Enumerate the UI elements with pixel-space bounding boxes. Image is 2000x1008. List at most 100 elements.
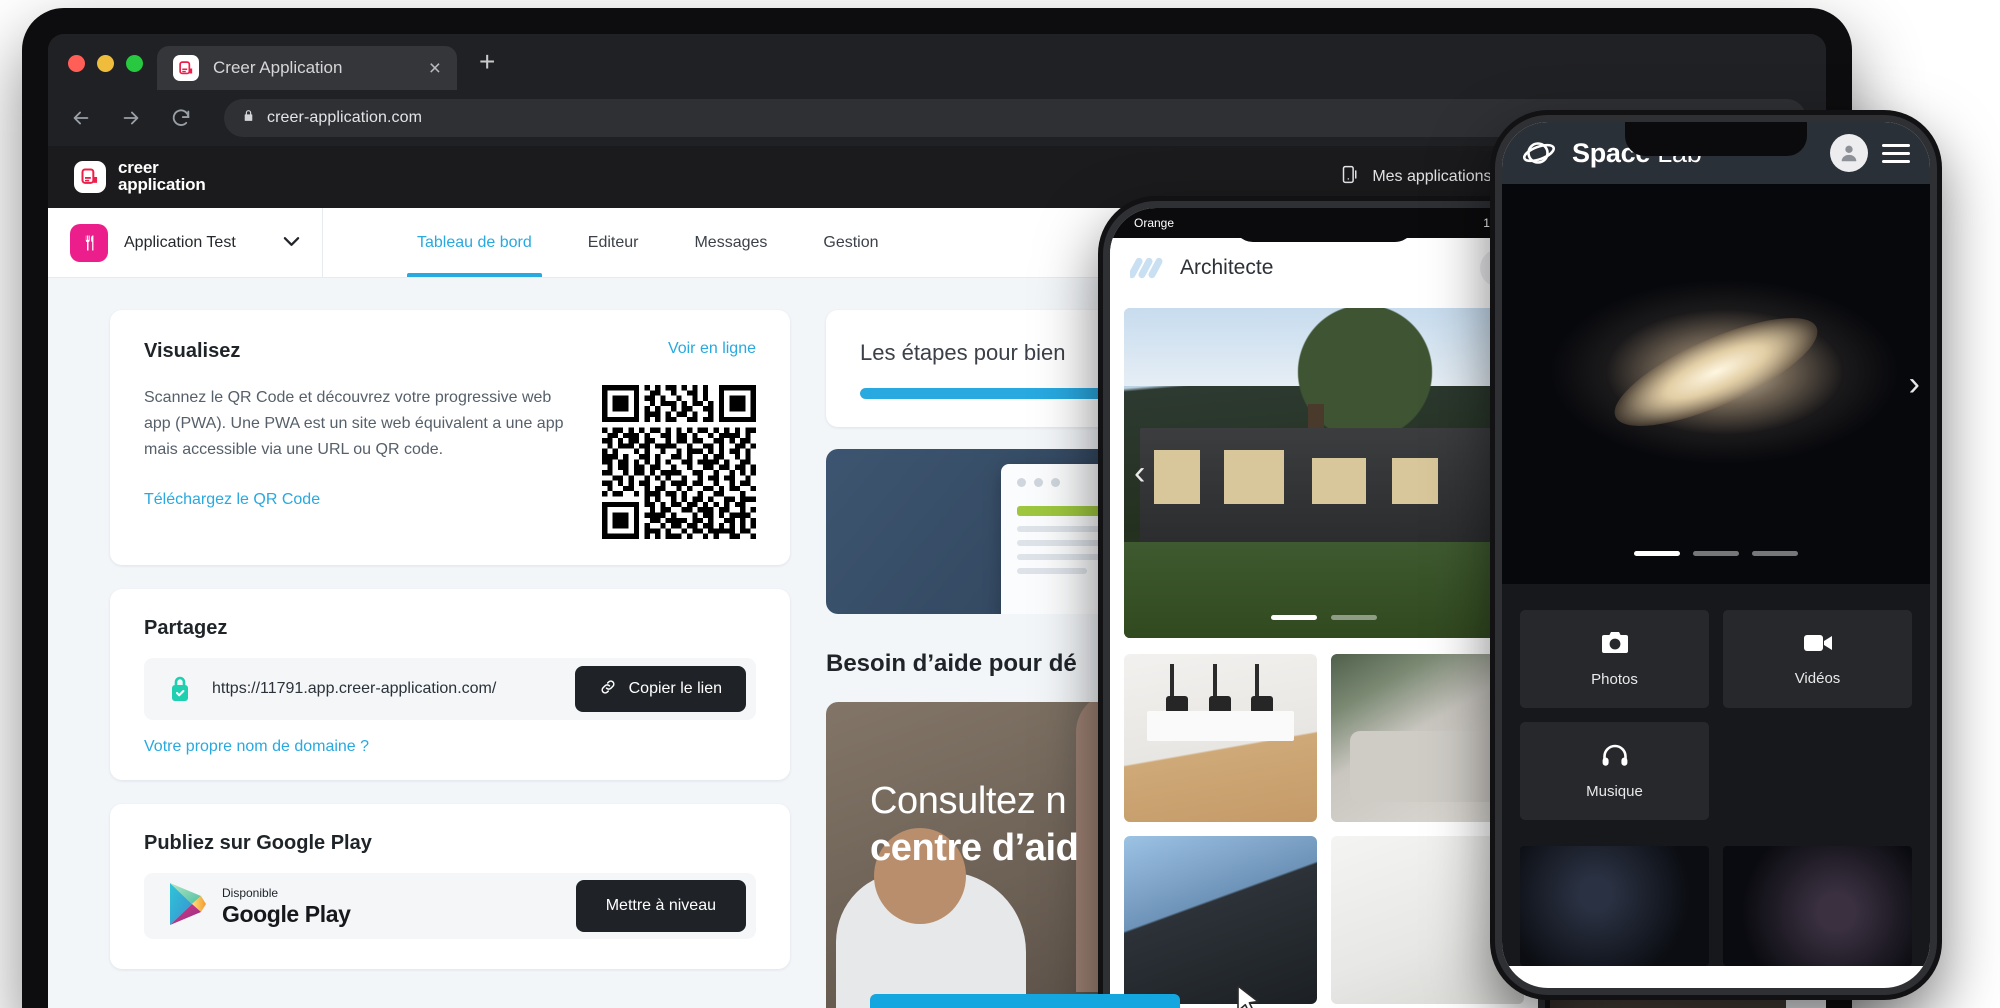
visualisez-text-block: Scannez le QR Code et découvrez votre pr… bbox=[144, 385, 574, 509]
tab-editeur[interactable]: Editeur bbox=[560, 208, 667, 277]
brand-logo[interactable]: creer application bbox=[74, 159, 206, 194]
close-window-button[interactable] bbox=[68, 55, 85, 72]
tile-label: Musique bbox=[1586, 782, 1643, 800]
app-selector[interactable]: Application Test bbox=[48, 208, 323, 277]
download-qr-link[interactable]: Téléchargez le QR Code bbox=[144, 491, 320, 509]
carousel-dot[interactable] bbox=[1331, 615, 1377, 620]
carousel-indicators[interactable] bbox=[1502, 551, 1930, 556]
card-visualisez: Visualisez Voir en ligne Scannez le QR C… bbox=[110, 310, 790, 565]
carousel-next-arrow[interactable]: › bbox=[1909, 367, 1920, 401]
lock-icon bbox=[242, 108, 255, 128]
card-body: Scannez le QR Code et découvrez votre pr… bbox=[144, 385, 756, 539]
hamburger-menu-icon[interactable] bbox=[1882, 143, 1910, 163]
share-url-field[interactable]: https://11791.app.creer-application.com/… bbox=[144, 658, 756, 720]
voir-en-ligne-link[interactable]: Voir en ligne bbox=[668, 340, 756, 358]
left-column: Visualisez Voir en ligne Scannez le QR C… bbox=[110, 310, 790, 1008]
thumbnail-kitchen[interactable] bbox=[1124, 654, 1317, 822]
google-play-row: Disponible Google Play Mettre à niveau bbox=[144, 873, 756, 939]
user-avatar-icon[interactable] bbox=[1830, 134, 1868, 172]
minimize-window-button[interactable] bbox=[97, 55, 114, 72]
upgrade-button[interactable]: Mettre à niveau bbox=[575, 880, 746, 932]
phone-notch bbox=[1233, 208, 1415, 242]
camera-icon bbox=[1601, 631, 1629, 660]
card-header: Visualisez Voir en ligne bbox=[144, 340, 756, 363]
chevron-down-icon[interactable] bbox=[283, 235, 300, 250]
tab-label: Gestion bbox=[823, 233, 879, 251]
headphones-icon bbox=[1601, 743, 1629, 772]
carousel-dot[interactable] bbox=[1634, 551, 1680, 556]
url-text: creer-application.com bbox=[267, 109, 423, 126]
google-play-icon bbox=[166, 881, 208, 932]
card-google-play: Publiez sur Google Play Disponible Googl… bbox=[110, 804, 790, 969]
spacelab-bottom-thumbnails bbox=[1502, 840, 1930, 966]
phone-architecte-screen: Orange 100% Architecte bbox=[1110, 208, 1538, 1008]
space-thumbnail[interactable] bbox=[1520, 846, 1709, 966]
tile-label: Vidéos bbox=[1794, 669, 1841, 687]
thumbnail-exterior[interactable] bbox=[1124, 836, 1317, 1004]
architecte-title: Architecte bbox=[1180, 256, 1274, 279]
help-promo-line2: centre d’aid bbox=[870, 827, 1079, 869]
house-shape bbox=[1140, 428, 1508, 546]
close-icon[interactable]: × bbox=[429, 58, 441, 79]
window-traffic-lights[interactable] bbox=[62, 55, 157, 90]
dashboard-tabs: Tableau de bord Editeur Messages Gestion bbox=[323, 208, 907, 277]
carousel-dot[interactable] bbox=[1693, 551, 1739, 556]
carousel-dot[interactable] bbox=[1752, 551, 1798, 556]
phone-notch bbox=[1625, 122, 1807, 156]
tab-gestion[interactable]: Gestion bbox=[795, 208, 906, 277]
card-partagez: Partagez https://11791.app.creer-applica… bbox=[110, 589, 790, 780]
maximize-window-button[interactable] bbox=[126, 55, 143, 72]
phone-spacelab-screen: Space Lab › bbox=[1502, 122, 1930, 988]
copy-link-button[interactable]: Copier le lien bbox=[574, 666, 746, 712]
carousel-indicators[interactable] bbox=[1124, 615, 1524, 620]
forward-arrow-icon[interactable] bbox=[118, 105, 144, 131]
tab-label: Messages bbox=[694, 233, 768, 251]
architecte-thumbnail-grid bbox=[1110, 638, 1538, 1004]
decouvrir-button[interactable]: Découvrir bbox=[870, 994, 1180, 1008]
brand-line-2: application bbox=[118, 175, 206, 194]
spacelab-category-tiles: Photos Vidéos Musique bbox=[1502, 584, 1930, 840]
visualisez-description: Scannez le QR Code et découvrez votre pr… bbox=[144, 389, 564, 458]
help-promo-line1: Consultez n bbox=[870, 780, 1067, 822]
phone-architecte: Orange 100% Architecte bbox=[1098, 196, 1550, 1008]
mouse-cursor bbox=[1237, 985, 1259, 1008]
phone-spacelab: Space Lab › bbox=[1490, 110, 1942, 1000]
tile-photos[interactable]: Photos bbox=[1520, 610, 1709, 708]
spacelab-hero-carousel[interactable]: › bbox=[1502, 184, 1930, 584]
tab-label: Tableau de bord bbox=[417, 233, 532, 251]
tab-messages[interactable]: Messages bbox=[666, 208, 795, 277]
tab-label: Editeur bbox=[587, 233, 639, 251]
google-play-badge[interactable]: Disponible Google Play bbox=[166, 881, 558, 932]
mobile-icon bbox=[1340, 164, 1361, 190]
galaxy-core bbox=[1602, 297, 1830, 447]
link-chain-icon bbox=[599, 678, 617, 701]
reload-icon[interactable] bbox=[168, 105, 194, 131]
carousel-dot[interactable] bbox=[1271, 615, 1317, 620]
favicon-icon bbox=[173, 55, 199, 81]
back-arrow-icon[interactable] bbox=[68, 105, 94, 131]
carousel-prev-arrow[interactable]: ‹ bbox=[1134, 456, 1145, 490]
help-promo-text: Consultez n centre d’aid bbox=[870, 780, 1079, 870]
tile-videos[interactable]: Vidéos bbox=[1723, 610, 1912, 708]
new-tab-button[interactable]: + bbox=[479, 48, 495, 76]
tile-musique[interactable]: Musique bbox=[1520, 722, 1709, 820]
google-play-title: Google Play bbox=[222, 901, 351, 928]
qr-code bbox=[602, 385, 756, 539]
google-play-text: Disponible Google Play bbox=[222, 884, 351, 928]
tile-label: Photos bbox=[1591, 670, 1638, 688]
architecte-hero-carousel[interactable]: ‹ bbox=[1124, 308, 1524, 638]
slash-stripes-icon bbox=[1130, 257, 1163, 279]
restaurant-fork-icon bbox=[70, 223, 108, 262]
card-title: Publiez sur Google Play bbox=[144, 832, 372, 854]
share-url-text: https://11791.app.creer-application.com/ bbox=[212, 680, 497, 697]
upgrade-label: Mettre à niveau bbox=[605, 897, 716, 914]
own-domain-link[interactable]: Votre propre nom de domaine ? bbox=[144, 738, 369, 756]
tab-tableau-de-bord[interactable]: Tableau de bord bbox=[389, 208, 560, 277]
app-name: Application Test bbox=[124, 233, 236, 251]
tab-title: Creer Application bbox=[213, 58, 343, 77]
nav-mes-applications[interactable]: Mes applications bbox=[1340, 164, 1491, 190]
browser-tab[interactable]: Creer Application × bbox=[157, 46, 457, 90]
space-thumbnail[interactable] bbox=[1723, 846, 1912, 966]
browser-tabstrip: Creer Application × + bbox=[48, 34, 1826, 90]
google-play-subtitle: Disponible bbox=[222, 886, 279, 901]
